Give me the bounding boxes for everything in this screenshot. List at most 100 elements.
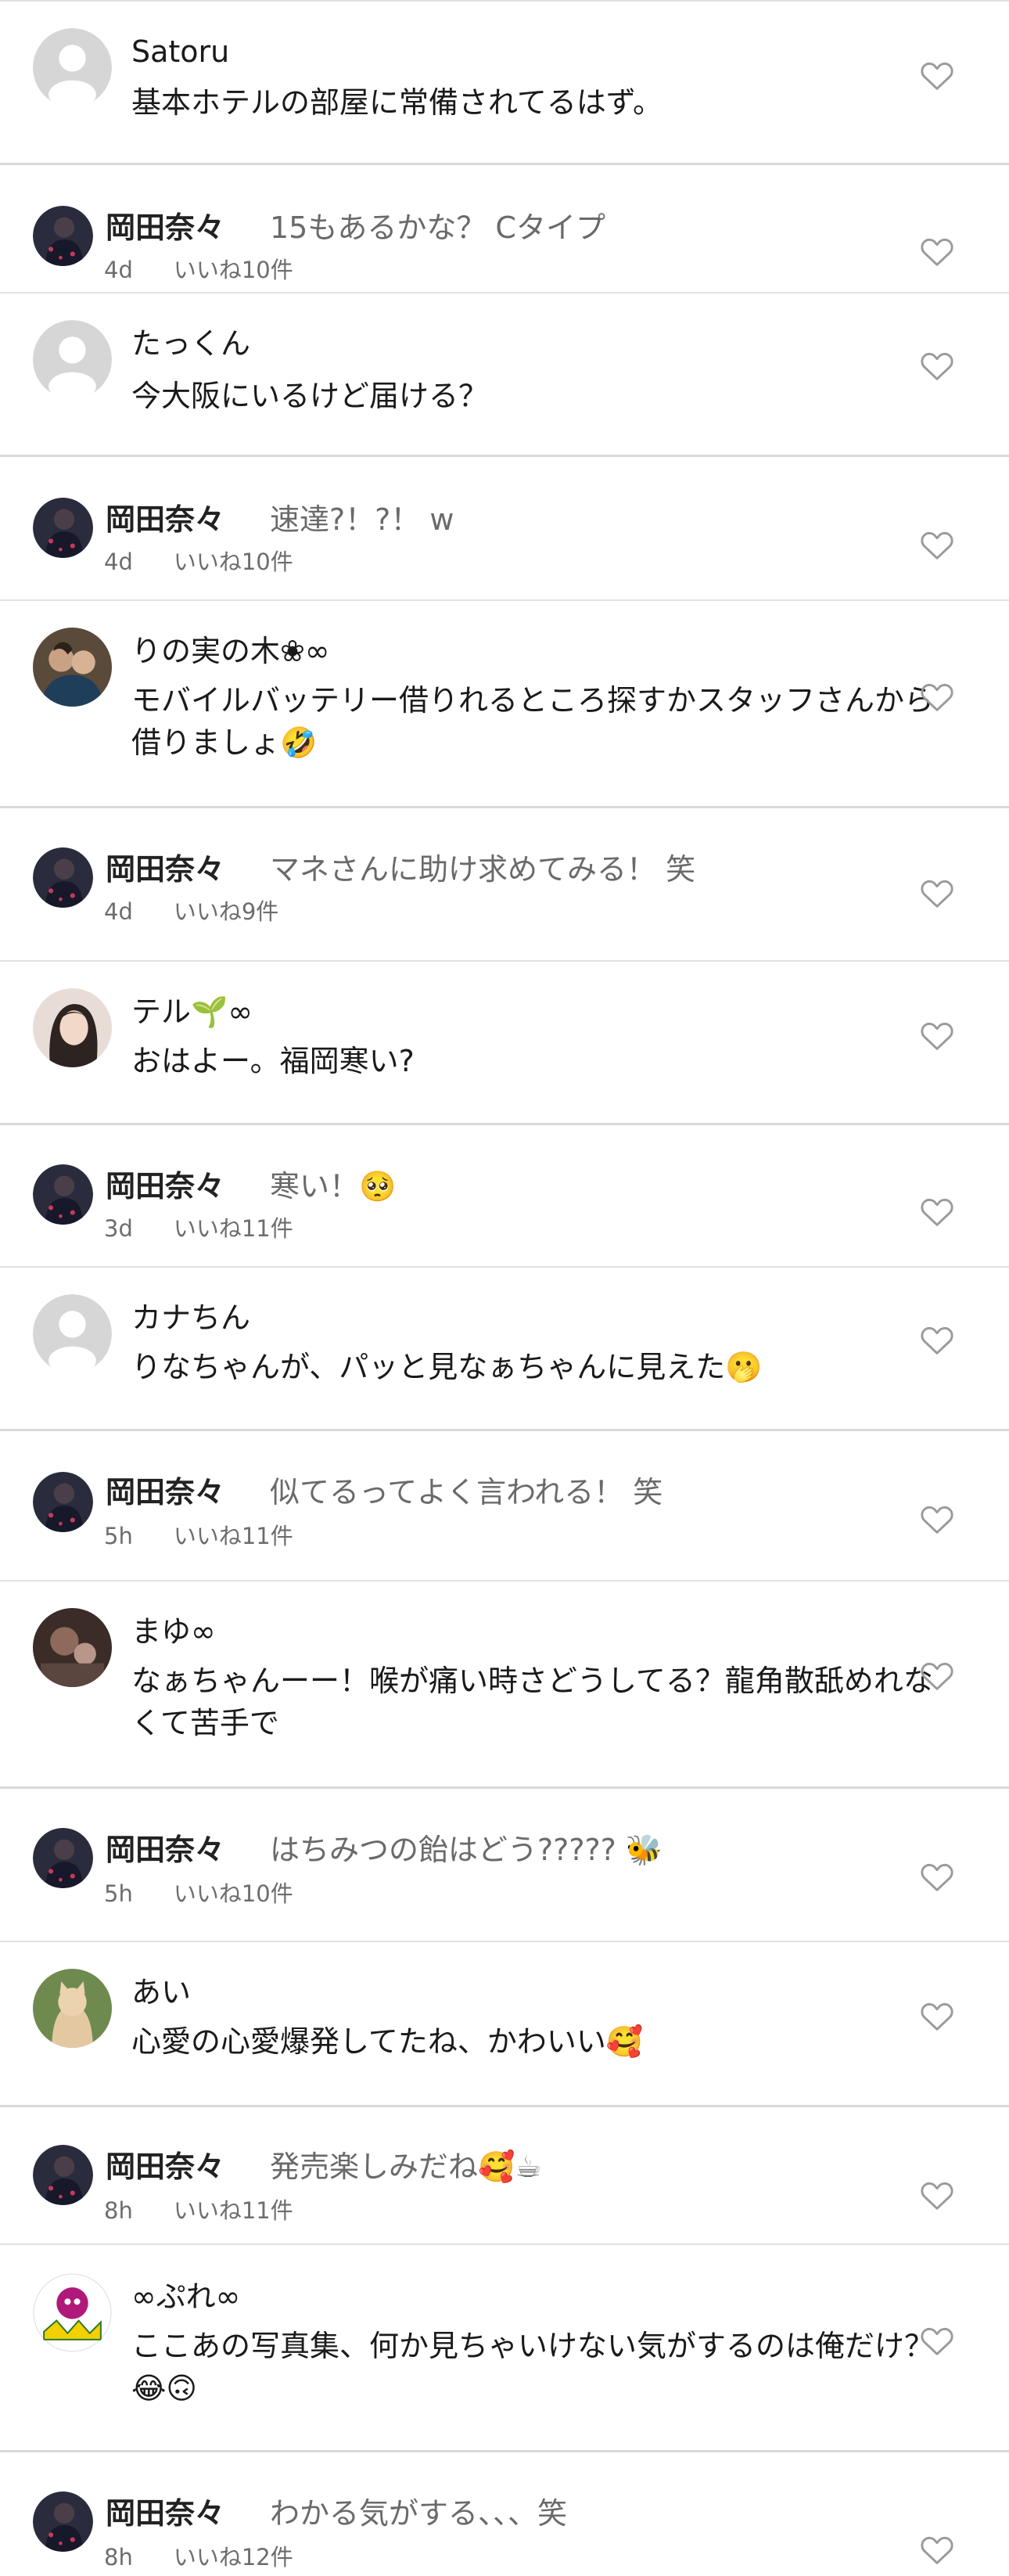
- like-button[interactable]: [920, 1020, 954, 1051]
- reply-author[interactable]: 岡田奈々: [106, 851, 224, 888]
- comment-author[interactable]: ∞ぷれ∞: [131, 2278, 240, 2315]
- timestamp: 4d: [104, 898, 133, 925]
- like-button[interactable]: [920, 1861, 954, 1892]
- heart-outline-icon: [921, 1022, 953, 1050]
- heart-outline-icon: [921, 1198, 953, 1226]
- reply-meta: 8h いいね12件: [104, 2543, 293, 2571]
- profile-photo: [33, 1969, 112, 2048]
- comment-author[interactable]: カナちん: [131, 1299, 250, 1337]
- like-count[interactable]: いいね10件: [174, 1880, 293, 1907]
- profile-illustration: [33, 2273, 112, 2352]
- comment-text: りなちゃんが、パッと見なぁちゃんに見えた🫢: [131, 1350, 763, 1384]
- reply-author[interactable]: 岡田奈々: [106, 1473, 224, 1511]
- profile-photo: [33, 1828, 93, 1888]
- avatar[interactable]: [33, 2273, 112, 2352]
- comments-feed: Satoru 基本ホテルの部屋に常備されてるはず。 岡田奈々 15もあるかな？ …: [0, 0, 1009, 2576]
- comment-author[interactable]: Satoru: [131, 33, 229, 70]
- avatar[interactable]: [33, 988, 112, 1067]
- reply-meta: 4d いいね10件: [104, 256, 293, 284]
- like-button[interactable]: [920, 681, 954, 712]
- comment-item: ∞ぷれ∞ ここあの写真集、何か見ちゃいけない気がするのは俺だけ？ 😂🙃: [0, 2245, 1009, 2450]
- like-count[interactable]: いいね12件: [174, 2544, 293, 2571]
- reply-meta: 4d いいね10件: [104, 548, 293, 576]
- avatar[interactable]: [33, 847, 93, 908]
- heart-outline-icon: [921, 880, 953, 908]
- reply-item: 岡田奈々 似てるってよく言われる！ 笑 5h いいね11件: [0, 1431, 1009, 1580]
- reply-meta: 5h いいね10件: [104, 1880, 293, 1908]
- heart-outline-icon: [921, 352, 953, 380]
- reply-author[interactable]: 岡田奈々: [106, 2148, 224, 2186]
- like-button[interactable]: [920, 1324, 954, 1355]
- comment-item: テル🌱∞ おはよー。福岡寒い?: [0, 962, 1009, 1123]
- timestamp: 5h: [104, 1880, 133, 1907]
- like-button[interactable]: [920, 2325, 954, 2356]
- profile-photo: [33, 1164, 93, 1225]
- comment-text: 今大阪にいるけど届ける？: [131, 379, 489, 413]
- avatar[interactable]: [33, 1608, 112, 1687]
- like-button[interactable]: [920, 1503, 954, 1534]
- avatar[interactable]: [33, 1164, 93, 1225]
- like-count[interactable]: いいね11件: [174, 2197, 293, 2224]
- heart-outline-icon: [921, 238, 953, 266]
- reply-text: 速達?！?！ w: [270, 502, 454, 537]
- avatar[interactable]: [33, 2145, 93, 2205]
- comment-author[interactable]: テル🌱∞: [131, 993, 253, 1031]
- reply-item: 岡田奈々 15もあるかな？ Cタイプ 4d いいね10件: [0, 165, 1009, 292]
- profile-photo: [33, 988, 112, 1067]
- profile-photo: [33, 1608, 112, 1687]
- avatar[interactable]: [33, 1472, 93, 1532]
- comment-author[interactable]: たっくん: [131, 325, 250, 362]
- like-count[interactable]: いいね11件: [174, 1215, 293, 1242]
- like-button[interactable]: [920, 1196, 954, 1227]
- reply-item: 岡田奈々 わかる気がする、、、笑 8h いいね12件: [0, 2452, 1009, 2576]
- reply-author[interactable]: 岡田奈々: [106, 1167, 224, 1205]
- like-button[interactable]: [920, 2000, 954, 2031]
- avatar[interactable]: [33, 1969, 112, 2048]
- heart-outline-icon: [921, 1863, 953, 1891]
- like-count[interactable]: いいね10件: [174, 549, 293, 575]
- profile-photo: [33, 1472, 93, 1532]
- heart-outline-icon: [921, 2002, 953, 2031]
- like-button[interactable]: [920, 1660, 954, 1691]
- reply-item: 岡田奈々 発売楽しみだね🥰☕ 8h いいね11件: [0, 2107, 1009, 2243]
- avatar[interactable]: [33, 206, 93, 266]
- like-button[interactable]: [920, 877, 954, 908]
- avatar[interactable]: [33, 498, 93, 558]
- reply-item: 岡田奈々 寒い！🥺 3d いいね11件: [0, 1125, 1009, 1266]
- reply-author[interactable]: 岡田奈々: [106, 501, 224, 538]
- reply-item: 岡田奈々 マネさんに助け求めてみる！ 笑 4d いいね9件: [0, 808, 1009, 960]
- avatar[interactable]: [33, 28, 112, 107]
- comment-author[interactable]: あい: [131, 1973, 191, 2011]
- comment-text: ここあの写真集、何か見ちゃいけない気がするのは俺だけ？ 😂🙃: [131, 2329, 935, 2405]
- comment-author[interactable]: まゆ∞: [131, 1613, 216, 1650]
- reply-meta: 4d いいね9件: [104, 898, 278, 926]
- comment-item: Satoru 基本ホテルの部屋に常備されてるはず。: [0, 0, 1009, 163]
- like-count[interactable]: いいね10件: [174, 257, 293, 283]
- avatar[interactable]: [33, 320, 112, 399]
- like-count[interactable]: いいね11件: [174, 1523, 293, 1549]
- avatar[interactable]: [33, 1828, 93, 1888]
- comment-author[interactable]: りの実の木❀∞: [131, 632, 330, 670]
- reply-meta: 5h いいね11件: [104, 1522, 293, 1550]
- like-button[interactable]: [920, 236, 954, 267]
- reply-meta: 3d いいね11件: [104, 1214, 293, 1243]
- reply-author[interactable]: 岡田奈々: [106, 209, 224, 246]
- like-button[interactable]: [920, 529, 954, 560]
- timestamp: 4d: [104, 549, 133, 575]
- comment-text: 心愛の心愛爆発してたね、かわいい🥰: [131, 2024, 644, 2059]
- like-button[interactable]: [920, 2534, 954, 2565]
- like-button[interactable]: [920, 59, 954, 91]
- reply-text: 寒い！🥺: [270, 1169, 397, 1203]
- person-silhouette-icon: [33, 28, 112, 107]
- avatar[interactable]: [33, 2491, 93, 2552]
- avatar[interactable]: [33, 628, 112, 707]
- reply-author[interactable]: 岡田奈々: [106, 2495, 224, 2532]
- like-button[interactable]: [920, 2179, 954, 2211]
- reply-text: マネさんに助け求めてみる！ 笑: [270, 852, 696, 887]
- like-count[interactable]: いいね9件: [174, 898, 278, 925]
- heart-outline-icon: [921, 1662, 953, 1690]
- reply-author[interactable]: 岡田奈々: [106, 1831, 224, 1869]
- reply-text: はちみつの飴はどう????? 🐝: [270, 1833, 663, 1867]
- avatar[interactable]: [33, 1294, 112, 1373]
- like-button[interactable]: [920, 350, 954, 381]
